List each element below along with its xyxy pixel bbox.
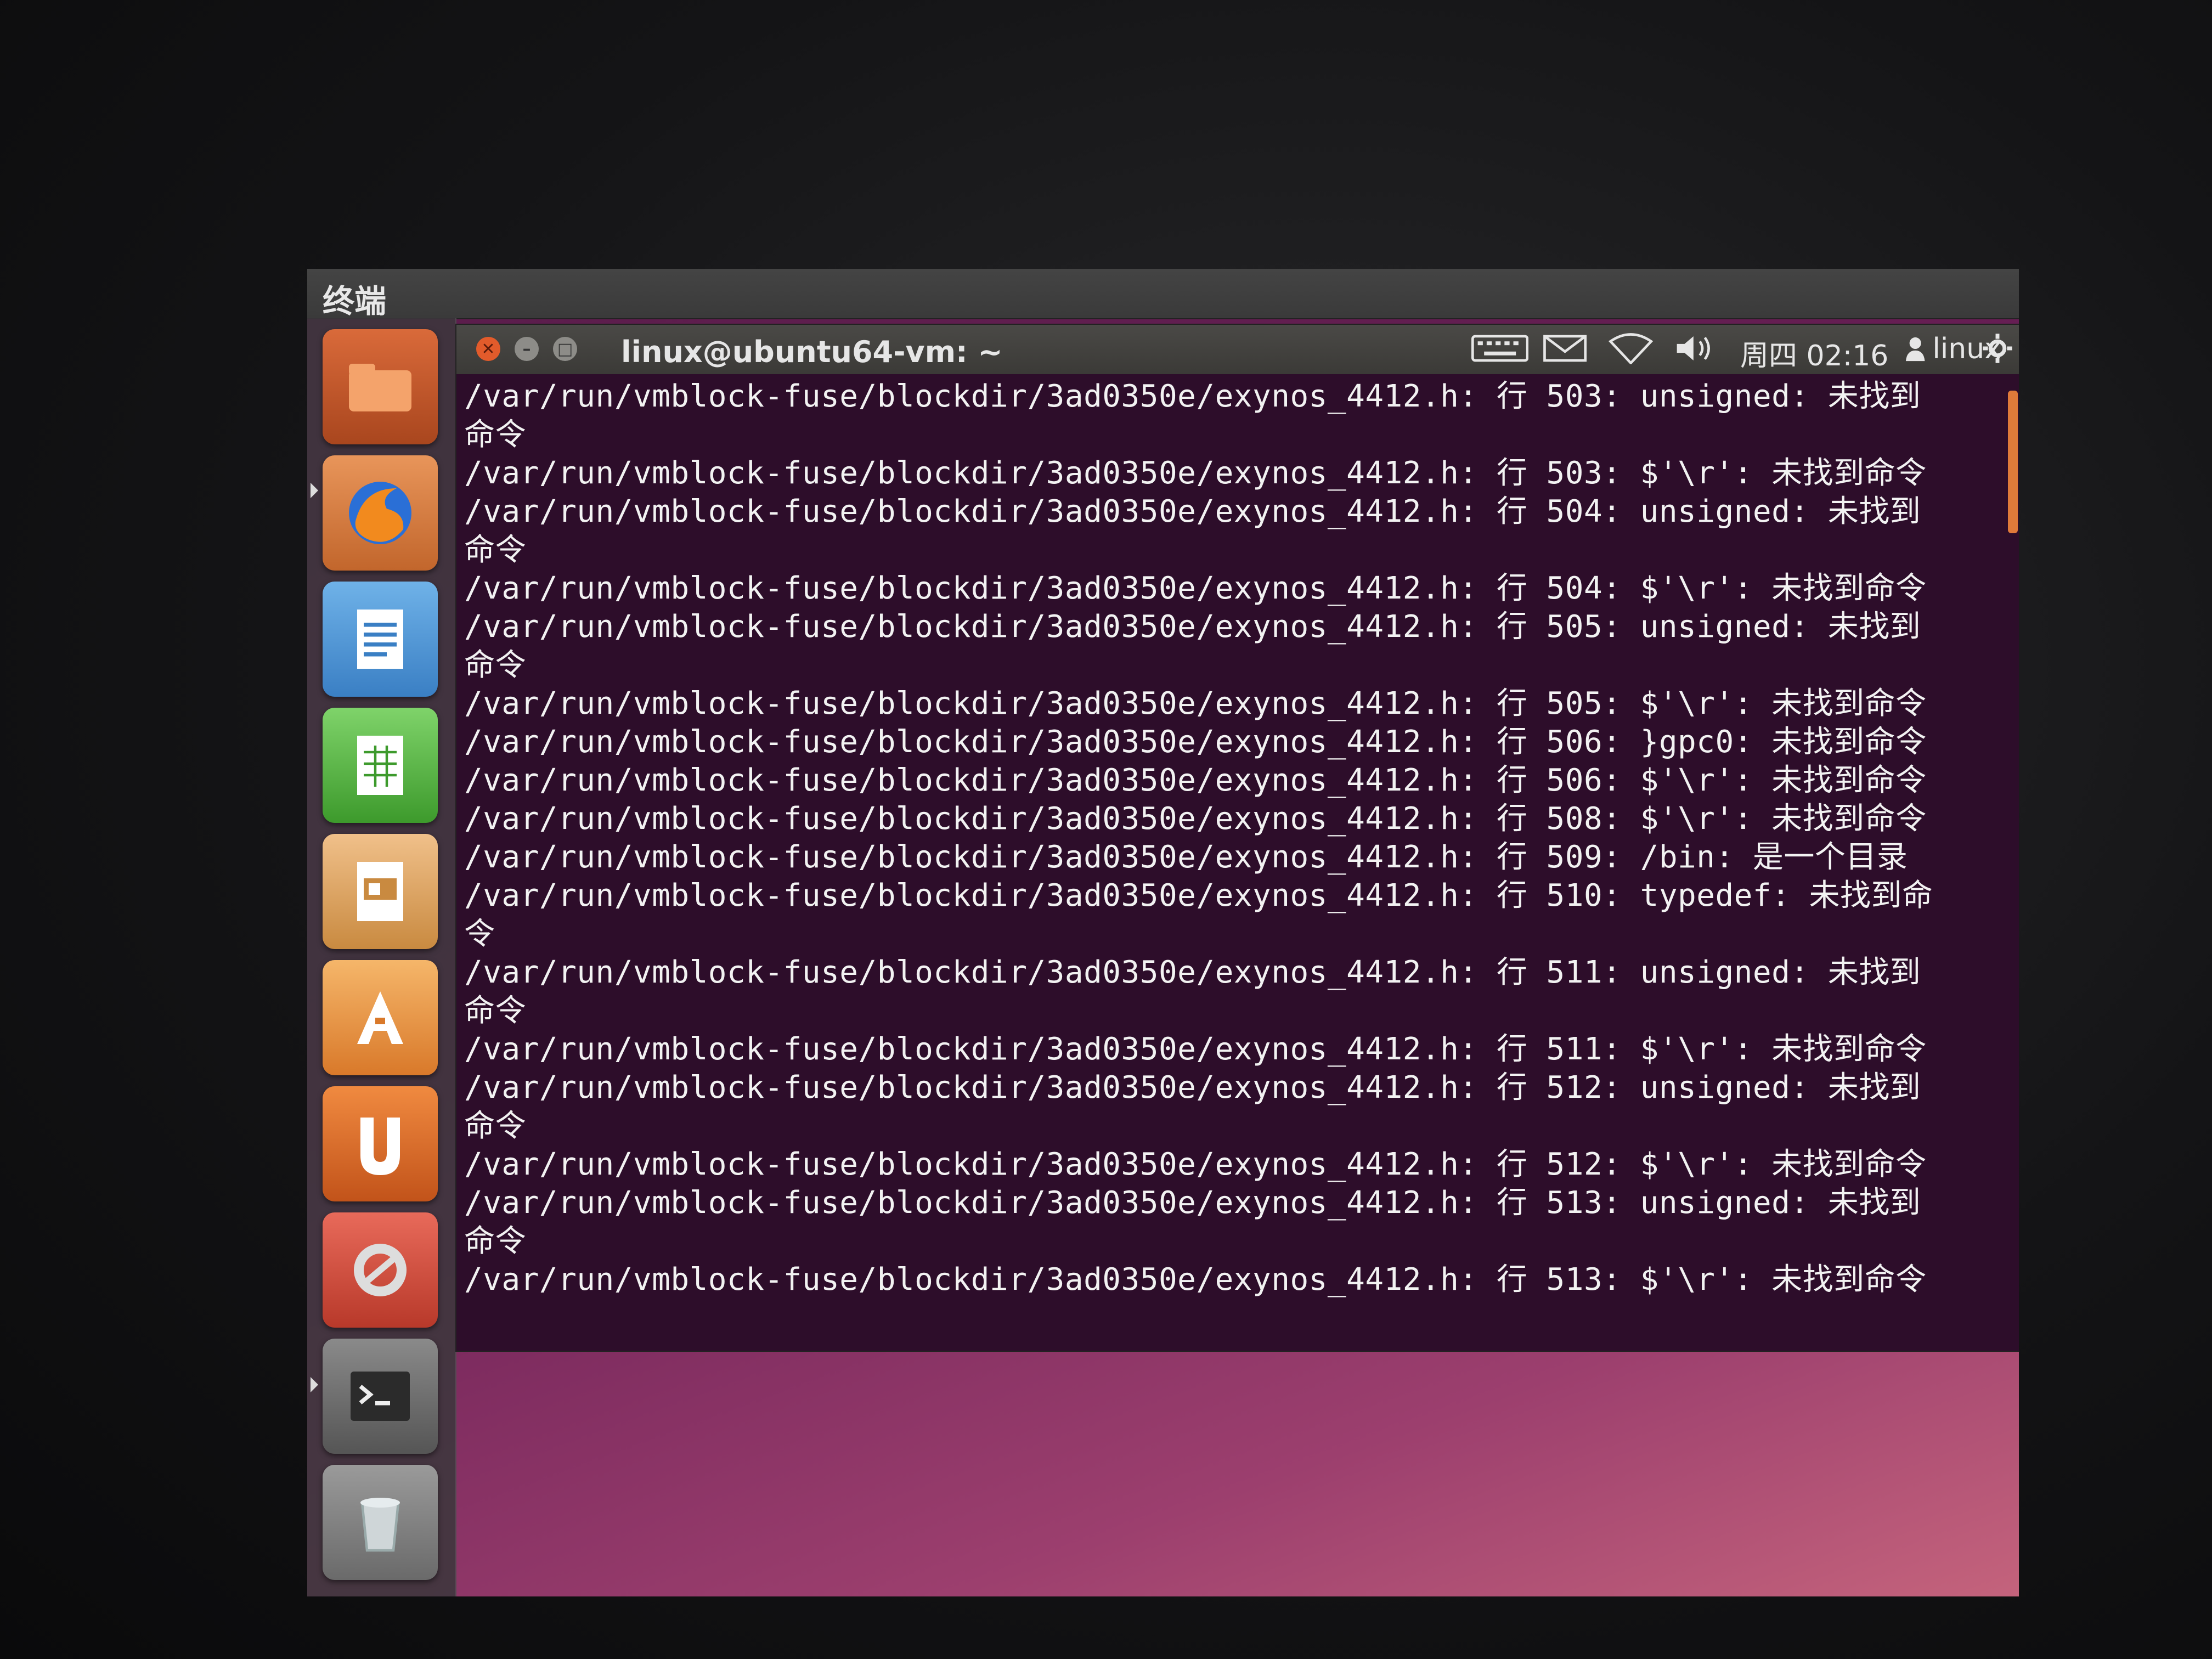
terminal-output[interactable]: /var/run/vmblock-fuse/blockdir/3ad0350e/… [464, 377, 1995, 1343]
terminal-icon [351, 1372, 410, 1421]
software-center-icon [357, 991, 403, 1044]
impress-icon [357, 862, 403, 921]
terminal-line: /var/run/vmblock-fuse/blockdir/3ad0350e/… [464, 1147, 1927, 1182]
terminal-scrollbar[interactable] [2008, 391, 2018, 533]
desktop-screen: 终端 ✕ – □ linux@ubuntu64-vm: ~ 周四 02:16 l… [307, 269, 2019, 1596]
terminal-line: /var/run/vmblock-fuse/blockdir/3ad0350e/… [464, 609, 1921, 645]
launcher-item-trash[interactable] [323, 1465, 438, 1580]
settings-icon [354, 1244, 407, 1296]
terminal-line: /var/run/vmblock-fuse/blockdir/3ad0350e/… [464, 955, 1921, 990]
running-indicator [311, 1377, 318, 1392]
launcher-item-impress[interactable] [323, 834, 438, 949]
active-app-name: 终端 [323, 283, 387, 320]
maximize-button[interactable]: □ [553, 337, 577, 361]
terminal-line: 命令 [464, 647, 526, 683]
terminal-line: /var/run/vmblock-fuse/blockdir/3ad0350e/… [464, 724, 1927, 760]
terminal-line: /var/run/vmblock-fuse/blockdir/3ad0350e/… [464, 455, 1927, 491]
terminal-line: /var/run/vmblock-fuse/blockdir/3ad0350e/… [464, 839, 1908, 875]
session-indicator[interactable] [1982, 332, 2013, 364]
folder-icon [349, 364, 411, 411]
launcher-item-home-folder[interactable] [323, 329, 438, 444]
keyboard-indicator[interactable] [1471, 332, 1529, 364]
terminal-line: 命令 [464, 1223, 526, 1259]
terminal-line: /var/run/vmblock-fuse/blockdir/3ad0350e/… [464, 686, 1927, 721]
volume-icon [1677, 336, 1710, 361]
terminal-line: /var/run/vmblock-fuse/blockdir/3ad0350e/… [464, 763, 1927, 798]
messaging-indicator[interactable] [1543, 332, 1587, 364]
close-icon: ✕ [481, 339, 495, 359]
terminal-line: /var/run/vmblock-fuse/blockdir/3ad0350e/… [464, 1031, 1927, 1067]
launcher-item-system-settings[interactable] [323, 1212, 438, 1328]
ubuntu-one-icon [360, 1118, 400, 1175]
network-indicator[interactable] [1609, 332, 1654, 364]
terminal-line: /var/run/vmblock-fuse/blockdir/3ad0350e/… [464, 1070, 1921, 1105]
writer-icon [357, 610, 403, 669]
wifi-icon [1609, 333, 1654, 364]
minimize-button[interactable]: – [515, 337, 539, 361]
terminal-line: /var/run/vmblock-fuse/blockdir/3ad0350e/… [464, 494, 1921, 529]
launcher-item-calc[interactable] [323, 708, 438, 823]
terminal-line: /var/run/vmblock-fuse/blockdir/3ad0350e/… [464, 878, 1933, 913]
terminal-line: 命令 [464, 532, 526, 568]
terminal-line: 命令 [464, 1108, 526, 1144]
close-button[interactable]: ✕ [476, 337, 500, 361]
terminal-line: /var/run/vmblock-fuse/blockdir/3ad0350e/… [464, 379, 1921, 414]
terminal-line: 令 [464, 916, 495, 952]
calc-icon [357, 736, 403, 795]
user-icon [1905, 337, 1925, 362]
top-panel: 终端 [307, 269, 2019, 320]
clock-indicator[interactable]: 周四 02:16 [1740, 332, 1888, 374]
clock-text: 周四 02:16 [1740, 340, 1889, 373]
terminal-line: /var/run/vmblock-fuse/blockdir/3ad0350e/… [464, 1262, 1927, 1297]
window-title: linux@ubuntu64-vm: ~ [621, 335, 1003, 369]
launcher-item-ubuntu-one[interactable] [323, 1086, 438, 1201]
launcher-item-writer[interactable] [323, 582, 438, 697]
firefox-icon [349, 482, 411, 544]
gear-icon [1983, 334, 2012, 363]
running-indicator [311, 483, 318, 498]
terminal-line: 命令 [464, 417, 526, 453]
launcher-item-software-center[interactable] [323, 960, 438, 1075]
launcher-item-terminal[interactable] [323, 1339, 438, 1454]
maximize-icon: □ [557, 339, 573, 359]
launcher-item-firefox[interactable] [323, 455, 438, 571]
terminal-line: /var/run/vmblock-fuse/blockdir/3ad0350e/… [464, 1185, 1921, 1221]
terminal-line: /var/run/vmblock-fuse/blockdir/3ad0350e/… [464, 571, 1927, 606]
mail-icon [1543, 335, 1587, 362]
unity-launcher [307, 318, 456, 1596]
terminal-line: 命令 [464, 993, 526, 1029]
terminal-window[interactable]: ✕ – □ linux@ubuntu64-vm: ~ 周四 02:16 linu… [455, 324, 2019, 1352]
trash-icon [360, 1498, 400, 1552]
keyboard-icon [1471, 335, 1529, 362]
sound-indicator[interactable] [1674, 332, 1719, 364]
window-titlebar[interactable]: ✕ – □ linux@ubuntu64-vm: ~ 周四 02:16 linu… [456, 325, 2019, 374]
minimize-icon: – [522, 339, 531, 359]
terminal-line: /var/run/vmblock-fuse/blockdir/3ad0350e/… [464, 801, 1927, 837]
